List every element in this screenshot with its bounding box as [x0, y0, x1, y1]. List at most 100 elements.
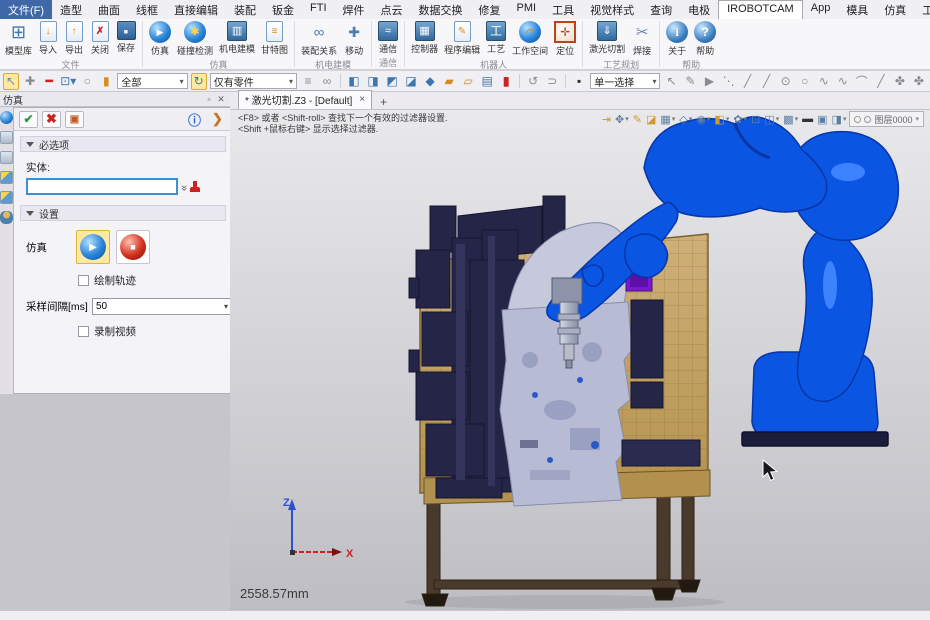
weld-button[interactable]: 焊接 [628, 20, 656, 58]
circle-select-icon[interactable]: ○ [797, 73, 813, 90]
document-tab[interactable]: * 激光切割.Z3 - [Default] × [238, 90, 372, 109]
panel-dock-icon[interactable]: ▫ [203, 94, 215, 105]
menu-item-electrode[interactable]: 电极 [680, 0, 718, 19]
background-bar-icon[interactable]: ▬ [801, 112, 814, 126]
wireframe-icon[interactable]: ◇▾ [678, 112, 693, 127]
scene-tab-icon[interactable] [0, 171, 13, 184]
history-icon[interactable]: ↺ [525, 73, 541, 90]
pick-tool-icon[interactable]: ↖ [3, 73, 19, 90]
constraint-lower-icon[interactable]: ◪ [403, 73, 419, 90]
constraint-right-icon[interactable]: ◨ [365, 73, 381, 90]
menu-item-file[interactable]: 文件(F) [0, 0, 52, 19]
menu-item-tools[interactable]: 工具 [544, 0, 582, 19]
menu-item-assembly[interactable]: 装配 [226, 0, 264, 19]
help-button[interactable]: 帮助 [691, 20, 719, 58]
menu-item-direct-edit[interactable]: 直接编辑 [166, 0, 226, 19]
exit-env-icon[interactable]: ⇥ [601, 112, 612, 127]
zoom-fit-icon[interactable]: ⊡ [750, 112, 761, 127]
import-button[interactable]: 导入 [35, 20, 61, 57]
communication-button[interactable]: 通信 [375, 20, 401, 56]
about-button[interactable]: 关于 [663, 20, 691, 58]
stop-button[interactable]: ■ [116, 230, 150, 264]
list-icon[interactable]: ≡ [300, 73, 316, 90]
menu-item-inquire[interactable]: 查询 [642, 0, 680, 19]
catalog-icon[interactable]: ▮ [498, 73, 514, 90]
color-swatch-icon[interactable]: ▪ [571, 73, 587, 90]
grid-display-icon[interactable]: ▣ [816, 112, 828, 127]
segment-tool-icon[interactable]: ╱ [873, 73, 889, 90]
section-view-icon[interactable]: ◧▾ [713, 112, 730, 127]
link-icon[interactable]: ∞ [319, 73, 335, 90]
model-library-button[interactable]: 模型库 [2, 20, 35, 58]
nodes-tab-icon[interactable] [0, 151, 13, 164]
simulate-button[interactable]: 仿真 [146, 20, 174, 58]
export-button[interactable]: 导出 [61, 20, 87, 57]
apply-button[interactable]: ▣ [65, 111, 84, 128]
remove-icon[interactable]: ━ [41, 73, 57, 90]
orient-icon[interactable]: ✥▾ [614, 112, 630, 127]
resize-panel-icon[interactable]: ❯ [208, 111, 227, 128]
zoom-window-icon[interactable]: ◫▾ [763, 112, 780, 127]
entity-input[interactable] [26, 178, 178, 195]
curve-tool-icon[interactable]: ∿ [816, 73, 832, 90]
config-tab-icon[interactable] [0, 131, 13, 144]
pick-from-list-icon[interactable] [190, 181, 200, 193]
polyline-tool-icon[interactable]: ╱ [759, 73, 775, 90]
ok-button[interactable]: ✔ [19, 111, 38, 128]
menu-item-shape[interactable]: 造型 [52, 0, 90, 19]
menu-item-repair[interactable]: 修复 [471, 0, 509, 19]
reload-icon[interactable]: ↻ [191, 73, 207, 90]
view-tab-icon[interactable] [0, 191, 13, 204]
menu-item-data-exchange[interactable]: 数据交换 [411, 0, 471, 19]
close-doc-button[interactable]: 关闭 [87, 20, 113, 57]
menu-item-simulation[interactable]: 仿真 [876, 0, 914, 19]
menu-item-surface[interactable]: 曲面 [90, 0, 128, 19]
menu-item-wireframe[interactable]: 线框 [128, 0, 166, 19]
display-settings-icon[interactable]: ▩▾ [782, 112, 799, 127]
workspace-button[interactable]: 工作空间 [509, 20, 551, 58]
program-edit-button[interactable]: 程序编辑 [441, 20, 483, 57]
viewport-3d[interactable]: <F8> 或者 <Shift-roll> 查找下一个有效的过滤器设置. <Shi… [230, 110, 930, 610]
menu-item-fti[interactable]: FTI [302, 0, 335, 19]
display-filter-dropdown[interactable]: 仅有零件▾ [210, 73, 297, 89]
solid-icon[interactable]: ◆ [422, 73, 438, 90]
new-tab-button[interactable]: + [372, 95, 395, 109]
clip-icon[interactable]: ⊃ [544, 73, 560, 90]
menu-item-pointcloud[interactable]: 点云 [373, 0, 411, 19]
constraint-left-icon[interactable]: ◧ [346, 73, 362, 90]
multi-view-icon[interactable]: ◨▾ [831, 112, 848, 127]
selection-mode-dropdown[interactable]: 单一选择▾ [590, 73, 660, 89]
render-mode-icon[interactable]: ◉▾ [695, 112, 711, 127]
menu-item-visual-style[interactable]: 视觉样式 [582, 0, 642, 19]
collision-check-button[interactable]: 碰撞检测 [174, 20, 216, 58]
menu-item-irobotcam[interactable]: IROBOTCAM [718, 0, 803, 19]
add-icon[interactable]: ✚ [22, 73, 38, 90]
play-button[interactable]: ▶ [76, 230, 110, 264]
folder-open-icon[interactable]: ▱ [460, 73, 476, 90]
move-button[interactable]: 移动 [340, 20, 368, 58]
constraint-upper-icon[interactable]: ◩ [384, 73, 400, 90]
gantt-chart-button[interactable]: 甘特图 [258, 20, 291, 57]
simulation-tab-icon[interactable] [0, 111, 13, 124]
positioning-button[interactable]: 定位 [551, 20, 579, 58]
laser-cut-button[interactable]: 激光切割 [586, 20, 628, 56]
menu-item-collaboration[interactable]: 工程协同 [914, 0, 930, 19]
face-tool-icon[interactable]: ✤ [892, 73, 908, 90]
expand-list-icon[interactable]: » [178, 184, 190, 188]
circle-tool-icon[interactable]: ○ [79, 73, 95, 90]
spline-tool-icon[interactable]: ∿ [835, 73, 851, 90]
required-section-header[interactable]: 必选项 [20, 136, 226, 152]
scene-3d[interactable]: Z X 2558.57mm [230, 110, 930, 610]
brush-tool-icon[interactable]: ✎ [682, 73, 698, 90]
layer-dropdown[interactable]: 图层0000 ▾ [849, 111, 924, 127]
process-button[interactable]: 工艺 [483, 20, 509, 56]
menu-item-pmi[interactable]: PMI [509, 0, 545, 19]
face-tool-2-icon[interactable]: ✤ [911, 73, 927, 90]
folder-icon[interactable]: ▰ [441, 73, 457, 90]
menu-item-sheetmetal[interactable]: 钣金 [264, 0, 302, 19]
cursor-tool-icon[interactable]: ↖ [663, 73, 679, 90]
tab-close-icon[interactable]: × [359, 94, 365, 105]
operator-tab-icon[interactable] [0, 211, 13, 224]
save-button[interactable]: 保存 [113, 20, 139, 55]
shade-mode-icon[interactable]: ◪ [645, 112, 657, 127]
